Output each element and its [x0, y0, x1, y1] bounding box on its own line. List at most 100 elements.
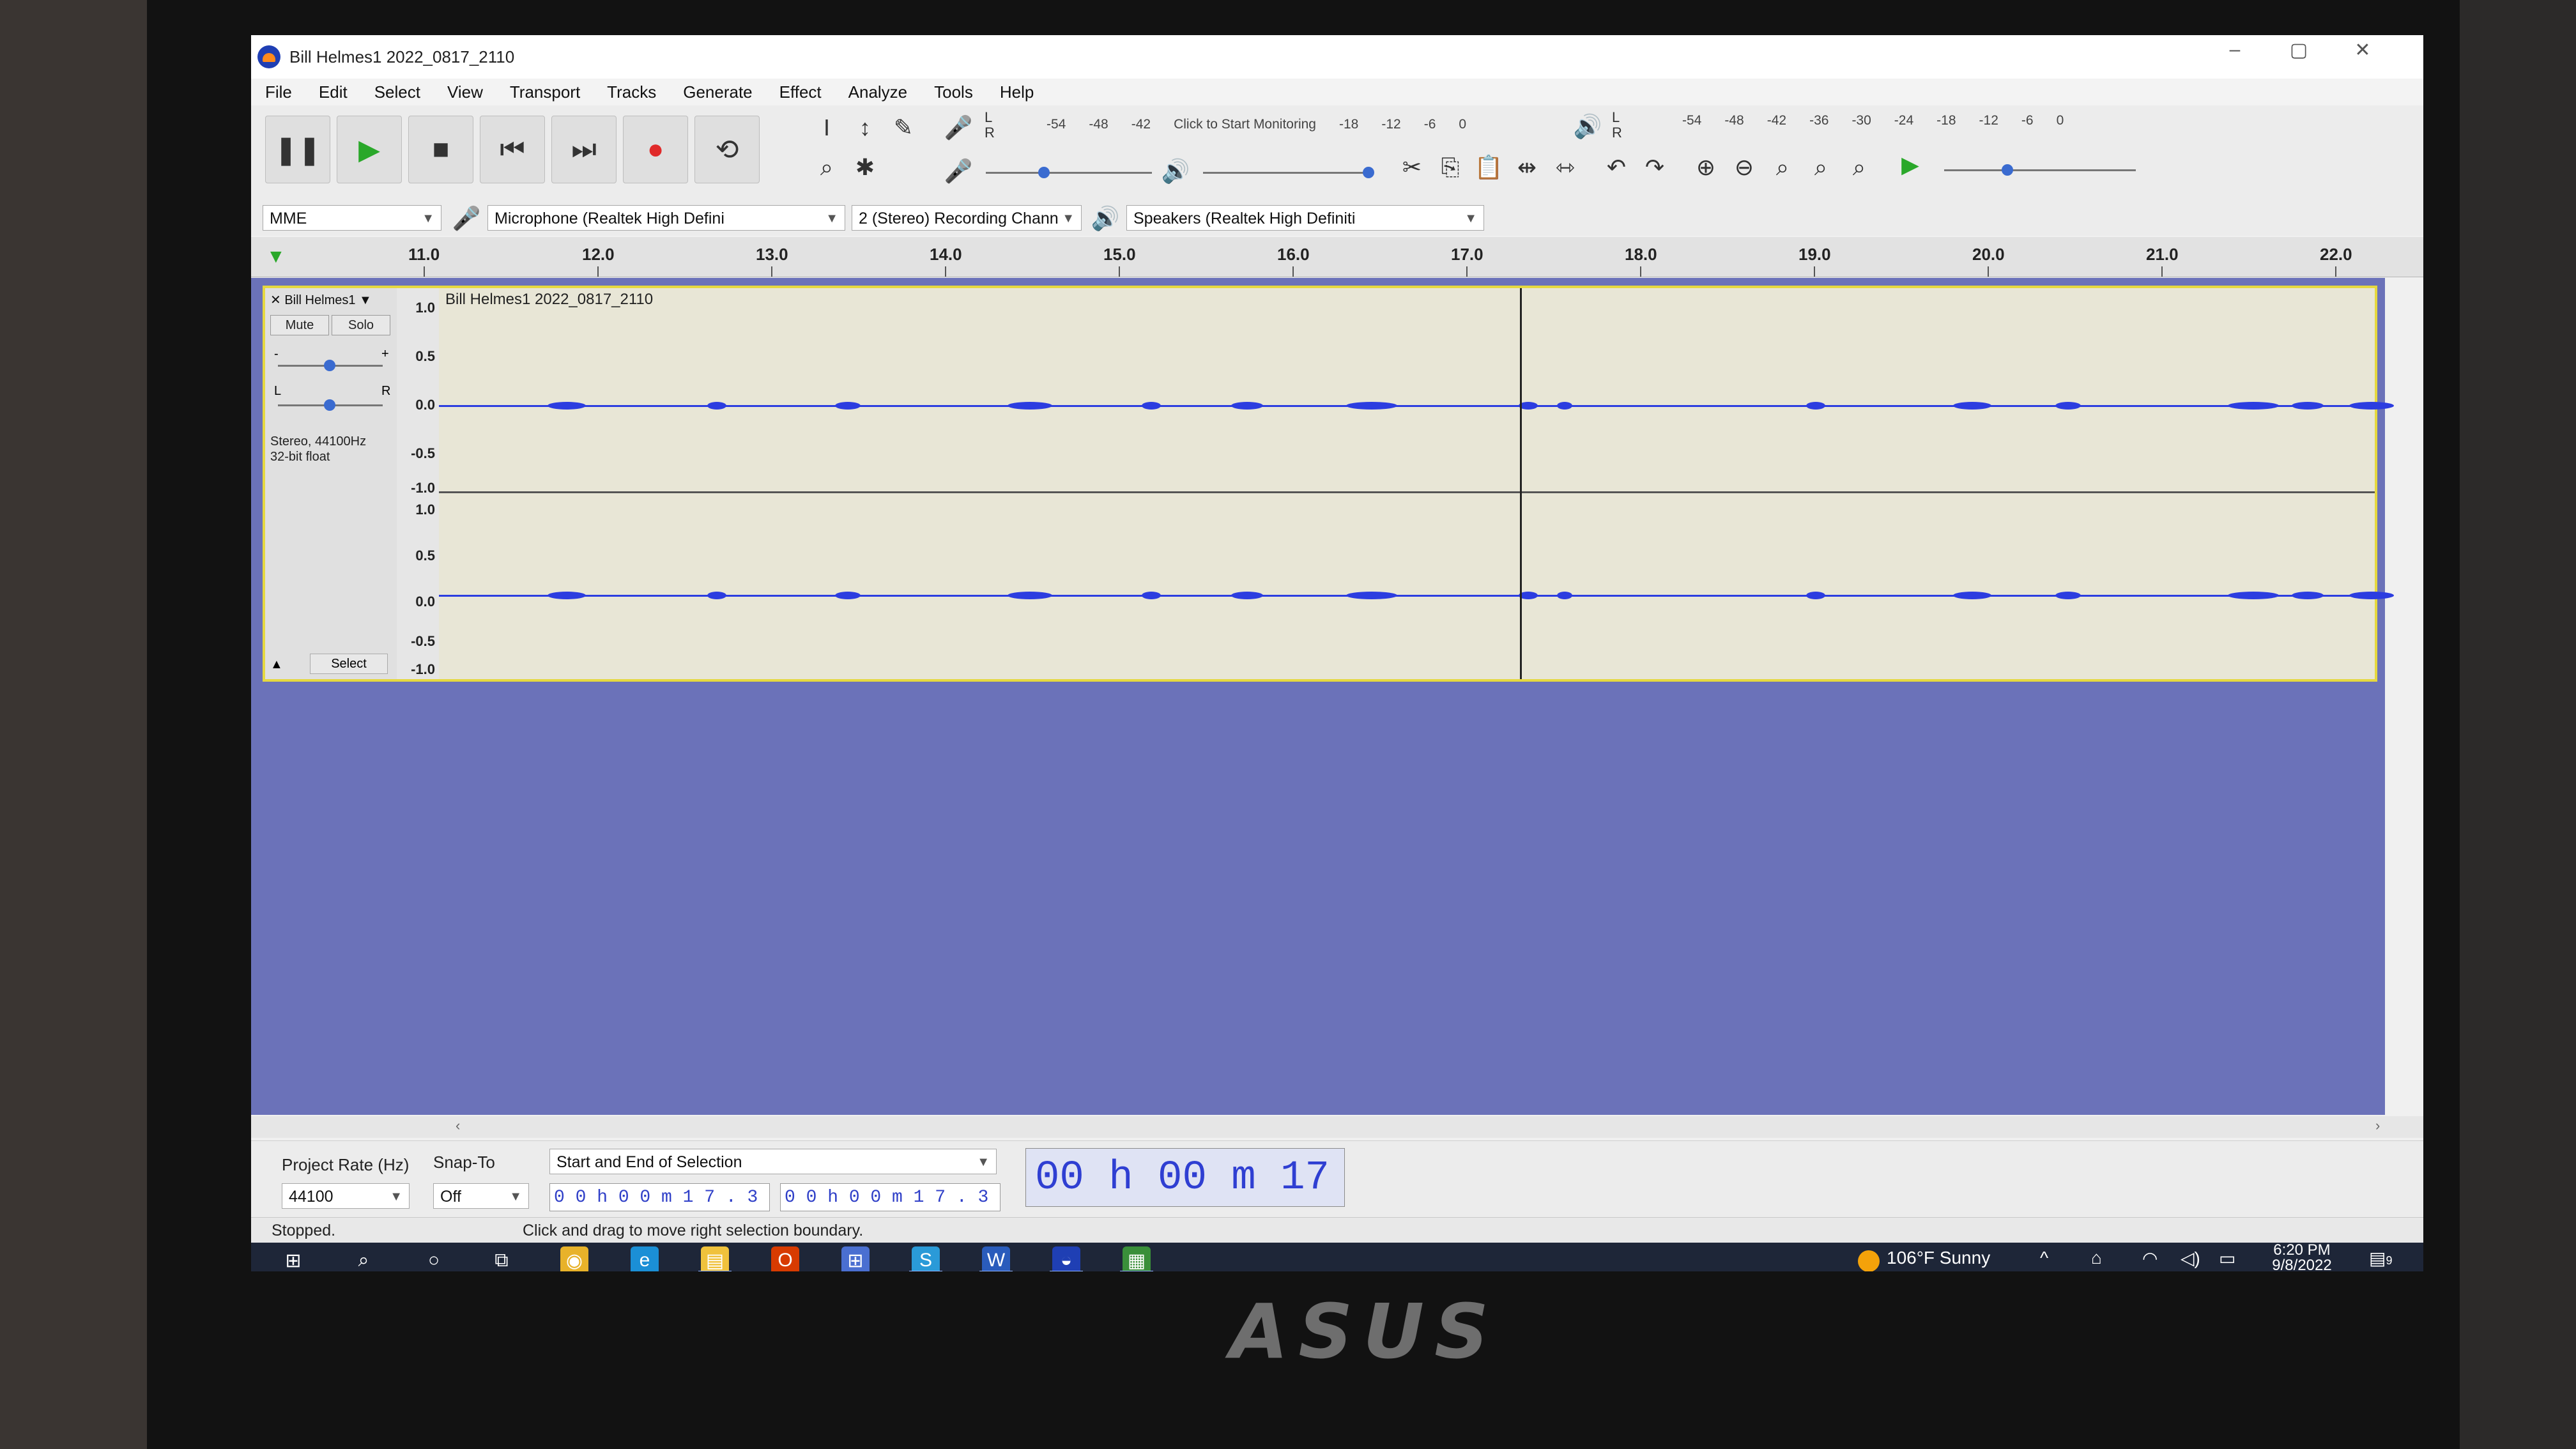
- edit-cursor[interactable]: [1520, 288, 1522, 679]
- pause-button[interactable]: ❚❚: [265, 116, 330, 183]
- menu-view[interactable]: View: [447, 82, 483, 102]
- notification-center-icon[interactable]: ▤9: [2369, 1248, 2392, 1269]
- pan-knob[interactable]: [324, 399, 335, 411]
- playback-meter-speaker-icon[interactable]: 🔊: [1570, 109, 1605, 144]
- playback-volume-slider[interactable]: [1203, 172, 1369, 174]
- scroll-right-icon[interactable]: ›: [2375, 1117, 2380, 1134]
- skype-icon[interactable]: S: [912, 1246, 940, 1271]
- chevron-up-icon[interactable]: ^: [2040, 1248, 2048, 1268]
- selection-start-time[interactable]: 0 0 h 0 0 m 1 7 . 3 1 3 s: [549, 1183, 770, 1236]
- weather-sun-icon[interactable]: [1858, 1250, 1880, 1271]
- play-button[interactable]: ▶: [337, 116, 402, 183]
- track-area[interactable]: ✕ Bill Helmes1 ▼ Mute Solo - + L R Stere…: [251, 278, 2394, 1115]
- playback-device-select[interactable]: Speakers (Realtek High Definiti ▼: [1126, 205, 1484, 231]
- loop-button[interactable]: ⟲: [694, 116, 760, 183]
- playback-meter[interactable]: -54 -48 -42 -36 -30 -24 -18 -12 -6 0: [1682, 113, 2087, 135]
- envelope-tool-icon[interactable]: ↕: [848, 111, 882, 145]
- timeline-ruler[interactable]: ▼ 11.0 12.0 13.0 14.0 15.0 16.0 17.0 18.0 19.0 20…: [251, 237, 2423, 277]
- copy-icon[interactable]: ⎘: [1433, 150, 1468, 185]
- menu-help[interactable]: Help: [1000, 82, 1034, 102]
- clock[interactable]: 6:20 PM 9/8/2022: [2260, 1243, 2343, 1272]
- menu-tools[interactable]: Tools: [934, 82, 973, 102]
- recording-channels-select[interactable]: 2 (Stereo) Recording Chann ▼: [852, 205, 1082, 231]
- wifi-icon[interactable]: ◠: [2142, 1248, 2158, 1269]
- selection-tool-icon[interactable]: I: [809, 111, 844, 145]
- file-explorer-icon[interactable]: ▤: [701, 1246, 729, 1271]
- zoom-in-icon[interactable]: ⊕: [1689, 150, 1723, 185]
- audio-host-select[interactable]: MME ▼: [263, 205, 441, 231]
- gain-knob[interactable]: [324, 360, 335, 371]
- recording-volume-knob[interactable]: [1038, 167, 1050, 178]
- menu-effect[interactable]: Effect: [779, 82, 822, 102]
- menu-tracks[interactable]: Tracks: [607, 82, 656, 102]
- menu-analyze[interactable]: Analyze: [848, 82, 908, 102]
- zoom-tool-icon[interactable]: ⌕: [809, 150, 844, 185]
- undo-icon[interactable]: ↶: [1599, 150, 1634, 185]
- start-monitoring-label[interactable]: Click to Start Monitoring: [1174, 117, 1316, 132]
- play-head-marker-icon[interactable]: ▼: [266, 246, 286, 268]
- select-track-button[interactable]: Select: [310, 654, 388, 674]
- collapse-icon[interactable]: ▲: [270, 657, 283, 672]
- photos-app-icon[interactable]: ▦: [1123, 1246, 1151, 1271]
- draw-tool-icon[interactable]: ✎: [886, 111, 921, 145]
- record-meter-mic-icon[interactable]: 🎤: [941, 111, 976, 145]
- zoom-out-icon[interactable]: ⊖: [1727, 150, 1761, 185]
- paste-icon[interactable]: 📋: [1471, 150, 1506, 185]
- stop-button[interactable]: ■: [408, 116, 473, 183]
- record-meter[interactable]: -54 -48 -42 Click to Start Monitoring -18 -12…: [1046, 117, 1489, 139]
- word-icon[interactable]: W: [982, 1246, 1010, 1271]
- mute-button[interactable]: Mute: [270, 315, 329, 335]
- cortana-icon[interactable]: ○: [420, 1246, 448, 1271]
- track-name-menu[interactable]: ✕ Bill Helmes1 ▼: [270, 292, 372, 308]
- network-icon[interactable]: ⌂: [2091, 1248, 2102, 1268]
- solo-button[interactable]: Solo: [332, 315, 390, 335]
- playback-volume-knob[interactable]: [1363, 167, 1374, 178]
- clip-title[interactable]: Bill Helmes1 2022_0817_2110: [445, 291, 653, 309]
- menu-file[interactable]: File: [265, 82, 292, 102]
- selection-mode-select[interactable]: Start and End of Selection ▼: [549, 1149, 997, 1174]
- volume-icon[interactable]: ◁): [2181, 1248, 2200, 1269]
- play-speed-slider[interactable]: [1944, 169, 2136, 171]
- fit-project-icon[interactable]: ⌕: [1804, 150, 1838, 185]
- silence-icon[interactable]: ⇿: [1548, 150, 1583, 185]
- audio-track[interactable]: ✕ Bill Helmes1 ▼ Mute Solo - + L R Stere…: [263, 286, 2394, 682]
- edge-icon[interactable]: e: [631, 1246, 659, 1271]
- skip-start-button[interactable]: ⏮: [480, 116, 545, 183]
- menu-generate[interactable]: Generate: [683, 82, 752, 102]
- waveform-view[interactable]: Bill Helmes1 2022_0817_2110: [439, 288, 2394, 679]
- recording-volume-slider[interactable]: [986, 172, 1152, 174]
- weather-text[interactable]: 106°F Sunny: [1887, 1248, 1990, 1268]
- maximize-icon[interactable]: ▢: [2270, 39, 2327, 61]
- chrome-icon[interactable]: ◉: [560, 1246, 588, 1271]
- project-rate-select[interactable]: 44100 ▼: [282, 1183, 410, 1209]
- fit-selection-icon[interactable]: ⌕: [1765, 150, 1800, 185]
- windows-start-icon[interactable]: ⊞: [279, 1246, 307, 1271]
- skip-end-button[interactable]: ⏭: [551, 116, 617, 183]
- horizontal-scrollbar[interactable]: ‹ ›: [251, 1116, 2423, 1138]
- task-view-icon[interactable]: ⧉: [487, 1246, 516, 1271]
- record-button[interactable]: ●: [623, 116, 688, 183]
- redo-icon[interactable]: ↷: [1637, 150, 1672, 185]
- recording-device-select[interactable]: Microphone (Realtek High Defini ▼: [487, 205, 845, 231]
- vertical-scale[interactable]: 1.0 0.5 0.0 -0.5 -1.0 1.0 0.5 0.0 -0.5 -…: [397, 288, 440, 679]
- menu-select[interactable]: Select: [374, 82, 420, 102]
- menu-transport[interactable]: Transport: [510, 82, 580, 102]
- play-at-speed-icon[interactable]: ▶: [1893, 148, 1928, 182]
- selection-end-time[interactable]: 0 0 h 0 0 m 1 7 . 3 1 3 s: [780, 1183, 1000, 1236]
- search-icon[interactable]: ⌕: [349, 1246, 378, 1271]
- menu-edit[interactable]: Edit: [319, 82, 348, 102]
- trim-icon[interactable]: ⇹: [1510, 150, 1544, 185]
- store-icon[interactable]: ⊞: [841, 1246, 870, 1271]
- cut-icon[interactable]: ✂: [1395, 150, 1429, 185]
- zoom-toggle-icon[interactable]: ⌕: [1842, 150, 1876, 185]
- audio-position-display[interactable]: 00 h 00 m 17 s: [1025, 1148, 1345, 1260]
- office-icon[interactable]: O: [771, 1246, 799, 1271]
- multi-tool-icon[interactable]: ✱: [848, 150, 882, 185]
- snap-to-select[interactable]: Off ▼: [433, 1183, 529, 1209]
- play-speed-knob[interactable]: [2002, 164, 2013, 176]
- battery-icon[interactable]: ▭: [2219, 1248, 2235, 1269]
- audacity-taskbar-icon[interactable]: ◒: [1052, 1246, 1080, 1271]
- minimize-icon[interactable]: –: [2206, 39, 2264, 61]
- close-icon[interactable]: ✕: [2334, 39, 2391, 61]
- scroll-left-icon[interactable]: ‹: [456, 1117, 460, 1134]
